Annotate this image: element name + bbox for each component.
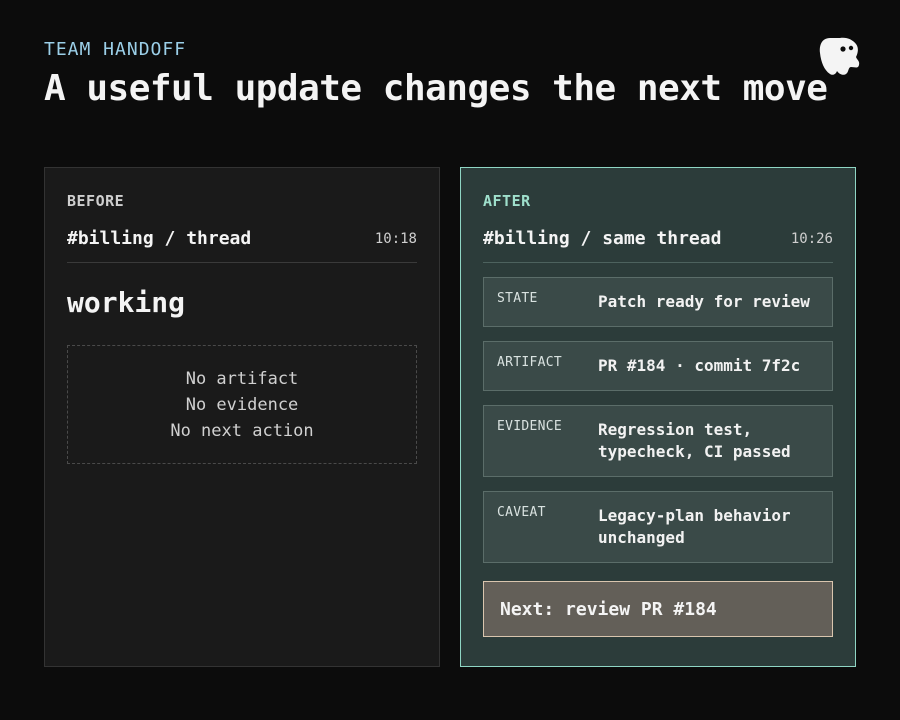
field-value-state: Patch ready for review — [598, 292, 810, 311]
field-key-artifact: ARTIFACT — [497, 355, 563, 370]
before-label: BEFORE — [67, 192, 125, 210]
page: TEAM HANDOFF A useful update changes the… — [0, 0, 900, 720]
page-title: A useful update changes the next move — [44, 68, 828, 109]
field-key-evidence: EVIDENCE — [497, 419, 563, 434]
before-panel: BEFORE #billing / thread 10:18 working N… — [44, 167, 440, 667]
field-artifact: ARTIFACT PR #184 · commit 7f2c — [483, 341, 833, 391]
after-timestamp: 10:26 — [790, 231, 833, 247]
field-value-evidence: Regression test, typecheck, CI passed — [598, 420, 791, 461]
section-eyebrow: TEAM HANDOFF — [44, 39, 187, 60]
field-caveat: CAVEAT Legacy-plan behavior unchanged — [483, 491, 833, 563]
empty-line-next-action: No next action — [170, 420, 314, 441]
empty-placeholder-box: No artifact No evidence No next action — [67, 345, 417, 464]
before-divider — [67, 262, 417, 263]
after-label: AFTER — [483, 192, 531, 210]
before-status: working — [67, 286, 186, 319]
field-value-caveat: Legacy-plan behavior unchanged — [598, 506, 791, 547]
empty-line-artifact: No artifact — [185, 368, 299, 389]
before-timestamp: 10:18 — [374, 231, 417, 247]
field-evidence: EVIDENCE Regression test, typecheck, CI … — [483, 405, 833, 477]
after-panel: AFTER #billing / same thread 10:26 STATE… — [460, 167, 856, 667]
field-value-artifact: PR #184 · commit 7f2c — [598, 356, 801, 375]
before-thread-name: #billing / thread — [67, 228, 252, 249]
after-divider — [483, 262, 833, 263]
next-action-callout: Next: review PR #184 — [483, 581, 833, 637]
empty-line-evidence: No evidence — [185, 394, 299, 415]
after-thread-name: #billing / same thread — [483, 228, 722, 249]
field-key-state: STATE — [497, 291, 538, 306]
field-state: STATE Patch ready for review — [483, 277, 833, 327]
field-key-caveat: CAVEAT — [497, 505, 546, 520]
ghost-mascot-icon — [819, 37, 860, 75]
